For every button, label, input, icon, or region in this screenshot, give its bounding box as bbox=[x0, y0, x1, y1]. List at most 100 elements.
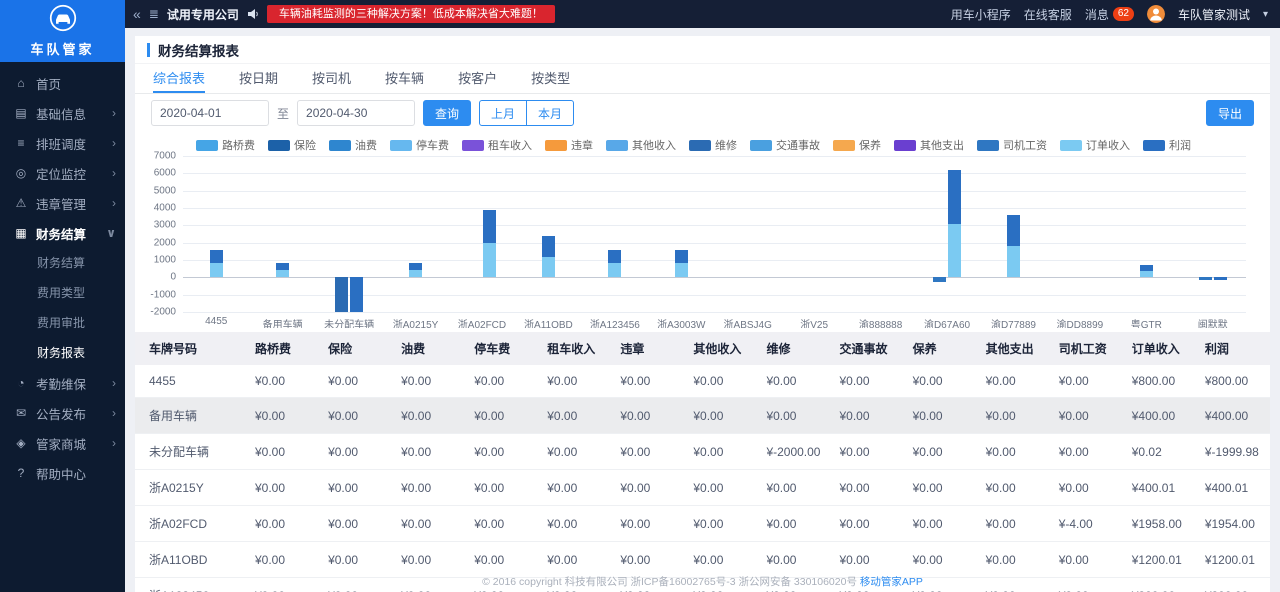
app-logo[interactable]: 车队管家 bbox=[0, 0, 125, 62]
table-row[interactable]: 浙A02FCD¥0.00¥0.00¥0.00¥0.00¥0.00¥0.00¥0.… bbox=[135, 506, 1270, 542]
bar-slot bbox=[1113, 156, 1179, 312]
x-axis-tick-label: 渝D67A60 bbox=[914, 316, 980, 328]
user-name[interactable]: 车队管家测试 bbox=[1178, 6, 1250, 23]
bar-segment[interactable] bbox=[276, 270, 289, 277]
mobile-app-link[interactable]: 移动管家APP bbox=[860, 576, 923, 588]
legend-item[interactable]: 其他支出 bbox=[894, 137, 964, 153]
sidebar-subitem-finance-report[interactable]: 财务报表 bbox=[0, 338, 125, 368]
prev-month-button[interactable]: 上月 bbox=[479, 100, 527, 126]
legend-label: 违章 bbox=[571, 137, 593, 153]
sidebar-item-scheduling[interactable]: ≡排班调度› bbox=[0, 128, 125, 158]
legend-item[interactable]: 路桥费 bbox=[196, 137, 255, 153]
table-cell: ¥0.00 bbox=[612, 365, 685, 398]
sidebar-item-mall[interactable]: ◈管家商城› bbox=[0, 428, 125, 458]
bar-segment[interactable] bbox=[1007, 215, 1020, 246]
user-avatar[interactable] bbox=[1147, 5, 1165, 23]
table-row[interactable]: 未分配车辆¥0.00¥0.00¥0.00¥0.00¥0.00¥0.00¥0.00… bbox=[135, 434, 1270, 470]
sidebar-item-basic-info[interactable]: ▤基础信息› bbox=[0, 98, 125, 128]
bar-segment[interactable] bbox=[933, 277, 946, 281]
bar-segment[interactable] bbox=[409, 263, 422, 270]
end-date-input[interactable] bbox=[297, 100, 415, 126]
bar-segment[interactable] bbox=[542, 257, 555, 278]
bar-segment[interactable] bbox=[948, 170, 961, 223]
table-cell: ¥800.00 bbox=[1124, 365, 1197, 398]
legend-swatch bbox=[689, 140, 711, 151]
legend-item[interactable]: 司机工资 bbox=[977, 137, 1047, 153]
bar-segment[interactable] bbox=[1214, 277, 1227, 280]
table-cell: ¥0.00 bbox=[393, 470, 466, 506]
bar-segment[interactable] bbox=[948, 224, 961, 278]
tab-by-date[interactable]: 按日期 bbox=[239, 64, 278, 93]
sidebar-subitem-finance-settlement-sub[interactable]: 财务结算 bbox=[0, 248, 125, 278]
sidebar-item-announcement[interactable]: ✉公告发布› bbox=[0, 398, 125, 428]
bar-segment[interactable] bbox=[210, 263, 223, 277]
sidebar-item-location-monitor[interactable]: ◎定位监控› bbox=[0, 158, 125, 188]
company-list-icon[interactable]: ≣ bbox=[149, 7, 159, 21]
bar-segment[interactable] bbox=[608, 263, 621, 277]
table-row[interactable]: 4455¥0.00¥0.00¥0.00¥0.00¥0.00¥0.00¥0.00¥… bbox=[135, 365, 1270, 398]
bar-segment[interactable] bbox=[1140, 271, 1153, 277]
sidebar-item-finance-settlement[interactable]: ▦财务结算∨ bbox=[0, 218, 125, 248]
sidebar-subitem-expense-approval[interactable]: 费用审批 bbox=[0, 308, 125, 338]
sidebar-item-violation-mgmt[interactable]: ⚠违章管理› bbox=[0, 188, 125, 218]
link-messages[interactable]: 消息 bbox=[1085, 6, 1109, 23]
bar-slot bbox=[847, 156, 913, 312]
legend-item[interactable]: 利润 bbox=[1143, 137, 1191, 153]
chevron-right-icon: › bbox=[112, 376, 116, 390]
link-online-service[interactable]: 在线客服 bbox=[1024, 6, 1072, 23]
table-cell: ¥0.00 bbox=[978, 398, 1051, 434]
table-cell: ¥-1999.98 bbox=[1197, 434, 1270, 470]
sidebar-item-attendance-maintenance[interactable]: ◔考勤维保› bbox=[0, 368, 125, 398]
company-name[interactable]: 试用专用公司 bbox=[167, 6, 239, 23]
table-row[interactable]: 浙A123456¥0.00¥0.00¥0.00¥0.00¥0.00¥0.00¥0… bbox=[135, 578, 1270, 592]
bar-segment[interactable] bbox=[210, 250, 223, 264]
chart-bar bbox=[1007, 156, 1020, 312]
user-dropdown-caret-icon[interactable]: ▾ bbox=[1263, 9, 1268, 20]
bar-segment[interactable] bbox=[483, 210, 496, 244]
query-button[interactable]: 查询 bbox=[423, 100, 471, 126]
chart-bar bbox=[675, 156, 688, 312]
column-header: 油费 bbox=[393, 332, 466, 365]
bar-segment[interactable] bbox=[675, 250, 688, 264]
legend-item[interactable]: 其他收入 bbox=[606, 137, 676, 153]
export-button[interactable]: 导出 bbox=[1206, 100, 1254, 126]
bar-segment[interactable] bbox=[1007, 246, 1020, 277]
collapse-sidebar-icon[interactable]: « bbox=[133, 6, 141, 22]
legend-item[interactable]: 维修 bbox=[689, 137, 737, 153]
bar-segment[interactable] bbox=[675, 263, 688, 277]
bar-segment[interactable] bbox=[542, 236, 555, 257]
legend-item[interactable]: 交通事故 bbox=[750, 137, 820, 153]
table-cell: ¥0.00 bbox=[832, 365, 905, 398]
tab-by-vehicle[interactable]: 按车辆 bbox=[385, 64, 424, 93]
link-mini-program[interactable]: 用车小程序 bbox=[951, 6, 1011, 23]
legend-item[interactable]: 保养 bbox=[833, 137, 881, 153]
bar-segment[interactable] bbox=[335, 277, 348, 312]
bar-segment[interactable] bbox=[276, 263, 289, 270]
tab-by-customer[interactable]: 按客户 bbox=[458, 64, 497, 93]
table-row[interactable]: 浙A0215Y¥0.00¥0.00¥0.00¥0.00¥0.00¥0.00¥0.… bbox=[135, 470, 1270, 506]
bar-segment[interactable] bbox=[483, 243, 496, 277]
bar-segment[interactable] bbox=[1199, 277, 1212, 280]
bar-segment[interactable] bbox=[409, 270, 422, 277]
sidebar-item-home[interactable]: ⌂首页 bbox=[0, 68, 125, 98]
start-date-input[interactable] bbox=[151, 100, 269, 126]
legend-item[interactable]: 订单收入 bbox=[1060, 137, 1130, 153]
bar-segment[interactable] bbox=[350, 277, 363, 312]
sidebar-item-help-center[interactable]: ?帮助中心 bbox=[0, 458, 125, 488]
bar-segment[interactable] bbox=[1140, 265, 1153, 271]
this-month-button[interactable]: 本月 bbox=[526, 100, 574, 126]
sidebar-subitem-expense-type[interactable]: 费用类型 bbox=[0, 278, 125, 308]
tab-comprehensive-report[interactable]: 综合报表 bbox=[153, 64, 205, 93]
legend-item[interactable]: 油费 bbox=[329, 137, 377, 153]
legend-item[interactable]: 违章 bbox=[545, 137, 593, 153]
tab-by-type[interactable]: 按类型 bbox=[531, 64, 570, 93]
table-row[interactable]: 浙A11OBD¥0.00¥0.00¥0.00¥0.00¥0.00¥0.00¥0.… bbox=[135, 542, 1270, 578]
tab-by-driver[interactable]: 按司机 bbox=[312, 64, 351, 93]
announcement-banner[interactable]: 车辆油耗监测的三种解决方案！低成本解决省大难题！ bbox=[267, 5, 555, 23]
legend-item[interactable]: 保险 bbox=[268, 137, 316, 153]
table-row[interactable]: 备用车辆¥0.00¥0.00¥0.00¥0.00¥0.00¥0.00¥0.00¥… bbox=[135, 398, 1270, 434]
legend-item[interactable]: 停车费 bbox=[390, 137, 449, 153]
bar-segment[interactable] bbox=[608, 250, 621, 264]
chart-bar bbox=[948, 156, 961, 312]
legend-item[interactable]: 租车收入 bbox=[462, 137, 532, 153]
